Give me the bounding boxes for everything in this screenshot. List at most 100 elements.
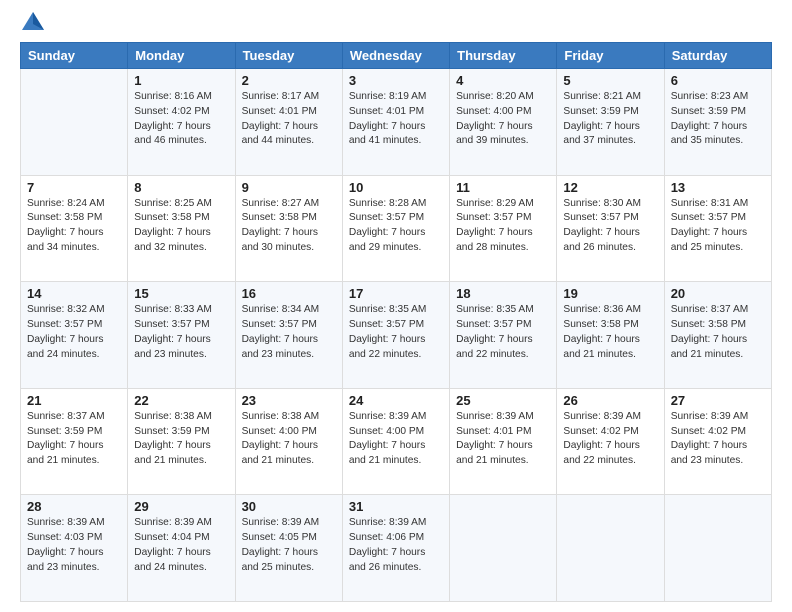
day-cell: 2 Sunrise: 8:17 AM Sunset: 4:01 PM Daylig… <box>235 69 342 176</box>
day-number: 1 <box>134 73 228 88</box>
day-info: Sunrise: 8:19 AM Sunset: 4:01 PM Dayligh… <box>349 90 443 149</box>
day-number: 5 <box>563 73 657 88</box>
day-info: Sunrise: 8:37 AM Sunset: 3:59 PM Dayligh… <box>27 410 121 469</box>
day-header-sunday: Sunday <box>21 43 128 69</box>
day-cell: 6 Sunrise: 8:23 AM Sunset: 3:59 PM Daylig… <box>664 69 771 176</box>
day-cell: 22 Sunrise: 8:38 AM Sunset: 3:59 PM Dayli… <box>128 388 235 495</box>
day-info: Sunrise: 8:39 AM Sunset: 4:00 PM Dayligh… <box>349 410 443 469</box>
week-row-2: 7 Sunrise: 8:24 AM Sunset: 3:58 PM Daylig… <box>21 175 772 282</box>
day-info: Sunrise: 8:36 AM Sunset: 3:58 PM Dayligh… <box>563 303 657 362</box>
day-number: 20 <box>671 286 765 301</box>
header-row: SundayMondayTuesdayWednesdayThursdayFrid… <box>21 43 772 69</box>
day-cell: 12 Sunrise: 8:30 AM Sunset: 3:57 PM Dayli… <box>557 175 664 282</box>
day-header-wednesday: Wednesday <box>342 43 449 69</box>
day-info: Sunrise: 8:39 AM Sunset: 4:02 PM Dayligh… <box>563 410 657 469</box>
day-cell: 11 Sunrise: 8:29 AM Sunset: 3:57 PM Dayli… <box>450 175 557 282</box>
day-cell: 14 Sunrise: 8:32 AM Sunset: 3:57 PM Dayli… <box>21 282 128 389</box>
day-info: Sunrise: 8:20 AM Sunset: 4:00 PM Dayligh… <box>456 90 550 149</box>
day-number: 26 <box>563 393 657 408</box>
day-number: 4 <box>456 73 550 88</box>
day-header-tuesday: Tuesday <box>235 43 342 69</box>
day-header-saturday: Saturday <box>664 43 771 69</box>
header <box>20 18 772 32</box>
day-info: Sunrise: 8:25 AM Sunset: 3:58 PM Dayligh… <box>134 197 228 256</box>
day-cell: 31 Sunrise: 8:39 AM Sunset: 4:06 PM Dayli… <box>342 495 449 602</box>
day-number: 24 <box>349 393 443 408</box>
day-cell: 21 Sunrise: 8:37 AM Sunset: 3:59 PM Dayli… <box>21 388 128 495</box>
day-info: Sunrise: 8:38 AM Sunset: 3:59 PM Dayligh… <box>134 410 228 469</box>
day-number: 29 <box>134 499 228 514</box>
day-cell: 5 Sunrise: 8:21 AM Sunset: 3:59 PM Daylig… <box>557 69 664 176</box>
day-cell <box>21 69 128 176</box>
day-cell: 20 Sunrise: 8:37 AM Sunset: 3:58 PM Dayli… <box>664 282 771 389</box>
day-number: 27 <box>671 393 765 408</box>
day-info: Sunrise: 8:31 AM Sunset: 3:57 PM Dayligh… <box>671 197 765 256</box>
day-number: 28 <box>27 499 121 514</box>
day-info: Sunrise: 8:37 AM Sunset: 3:58 PM Dayligh… <box>671 303 765 362</box>
day-info: Sunrise: 8:34 AM Sunset: 3:57 PM Dayligh… <box>242 303 336 362</box>
day-cell: 1Sunrise: 8:16 AM Sunset: 4:02 PM Daylig… <box>128 69 235 176</box>
day-number: 6 <box>671 73 765 88</box>
day-info: Sunrise: 8:24 AM Sunset: 3:58 PM Dayligh… <box>27 197 121 256</box>
day-cell: 4 Sunrise: 8:20 AM Sunset: 4:00 PM Daylig… <box>450 69 557 176</box>
day-number: 23 <box>242 393 336 408</box>
week-row-3: 14 Sunrise: 8:32 AM Sunset: 3:57 PM Dayli… <box>21 282 772 389</box>
day-info: Sunrise: 8:35 AM Sunset: 3:57 PM Dayligh… <box>349 303 443 362</box>
day-cell: 3 Sunrise: 8:19 AM Sunset: 4:01 PM Daylig… <box>342 69 449 176</box>
day-number: 15 <box>134 286 228 301</box>
day-cell: 28Sunrise: 8:39 AM Sunset: 4:03 PM Dayli… <box>21 495 128 602</box>
day-number: 3 <box>349 73 443 88</box>
day-number: 17 <box>349 286 443 301</box>
day-number: 25 <box>456 393 550 408</box>
day-cell: 7 Sunrise: 8:24 AM Sunset: 3:58 PM Daylig… <box>21 175 128 282</box>
day-info: Sunrise: 8:39 AM Sunset: 4:01 PM Dayligh… <box>456 410 550 469</box>
day-number: 16 <box>242 286 336 301</box>
week-row-4: 21 Sunrise: 8:37 AM Sunset: 3:59 PM Dayli… <box>21 388 772 495</box>
day-cell: 27 Sunrise: 8:39 AM Sunset: 4:02 PM Dayli… <box>664 388 771 495</box>
day-info: Sunrise: 8:17 AM Sunset: 4:01 PM Dayligh… <box>242 90 336 149</box>
day-number: 31 <box>349 499 443 514</box>
day-info: Sunrise: 8:39 AM Sunset: 4:02 PM Dayligh… <box>671 410 765 469</box>
day-header-thursday: Thursday <box>450 43 557 69</box>
day-cell: 13 Sunrise: 8:31 AM Sunset: 3:57 PM Dayli… <box>664 175 771 282</box>
day-number: 21 <box>27 393 121 408</box>
day-cell: 29 Sunrise: 8:39 AM Sunset: 4:04 PM Dayli… <box>128 495 235 602</box>
day-info: Sunrise: 8:23 AM Sunset: 3:59 PM Dayligh… <box>671 90 765 149</box>
day-number: 12 <box>563 180 657 195</box>
day-number: 8 <box>134 180 228 195</box>
day-header-monday: Monday <box>128 43 235 69</box>
day-number: 22 <box>134 393 228 408</box>
day-number: 18 <box>456 286 550 301</box>
day-info: Sunrise: 8:33 AM Sunset: 3:57 PM Dayligh… <box>134 303 228 362</box>
day-cell: 23 Sunrise: 8:38 AM Sunset: 4:00 PM Dayli… <box>235 388 342 495</box>
day-info: Sunrise: 8:21 AM Sunset: 3:59 PM Dayligh… <box>563 90 657 149</box>
day-number: 14 <box>27 286 121 301</box>
day-cell <box>450 495 557 602</box>
day-cell: 15 Sunrise: 8:33 AM Sunset: 3:57 PM Dayli… <box>128 282 235 389</box>
day-info: Sunrise: 8:27 AM Sunset: 3:58 PM Dayligh… <box>242 197 336 256</box>
logo <box>20 18 46 32</box>
day-info: Sunrise: 8:28 AM Sunset: 3:57 PM Dayligh… <box>349 197 443 256</box>
day-cell: 25 Sunrise: 8:39 AM Sunset: 4:01 PM Dayli… <box>450 388 557 495</box>
day-cell <box>664 495 771 602</box>
day-info: Sunrise: 8:35 AM Sunset: 3:57 PM Dayligh… <box>456 303 550 362</box>
day-number: 2 <box>242 73 336 88</box>
day-info: Sunrise: 8:29 AM Sunset: 3:57 PM Dayligh… <box>456 197 550 256</box>
day-cell: 9 Sunrise: 8:27 AM Sunset: 3:58 PM Daylig… <box>235 175 342 282</box>
day-number: 9 <box>242 180 336 195</box>
day-number: 7 <box>27 180 121 195</box>
calendar-page: SundayMondayTuesdayWednesdayThursdayFrid… <box>0 0 792 612</box>
day-number: 19 <box>563 286 657 301</box>
day-number: 13 <box>671 180 765 195</box>
day-info: Sunrise: 8:39 AM Sunset: 4:04 PM Dayligh… <box>134 516 228 575</box>
day-number: 30 <box>242 499 336 514</box>
day-info: Sunrise: 8:38 AM Sunset: 4:00 PM Dayligh… <box>242 410 336 469</box>
day-cell: 16 Sunrise: 8:34 AM Sunset: 3:57 PM Dayli… <box>235 282 342 389</box>
day-info: Sunrise: 8:39 AM Sunset: 4:06 PM Dayligh… <box>349 516 443 575</box>
day-info: Sunrise: 8:30 AM Sunset: 3:57 PM Dayligh… <box>563 197 657 256</box>
day-cell: 10 Sunrise: 8:28 AM Sunset: 3:57 PM Dayli… <box>342 175 449 282</box>
day-info: Sunrise: 8:32 AM Sunset: 3:57 PM Dayligh… <box>27 303 121 362</box>
day-number: 10 <box>349 180 443 195</box>
day-number: 11 <box>456 180 550 195</box>
week-row-1: 1Sunrise: 8:16 AM Sunset: 4:02 PM Daylig… <box>21 69 772 176</box>
